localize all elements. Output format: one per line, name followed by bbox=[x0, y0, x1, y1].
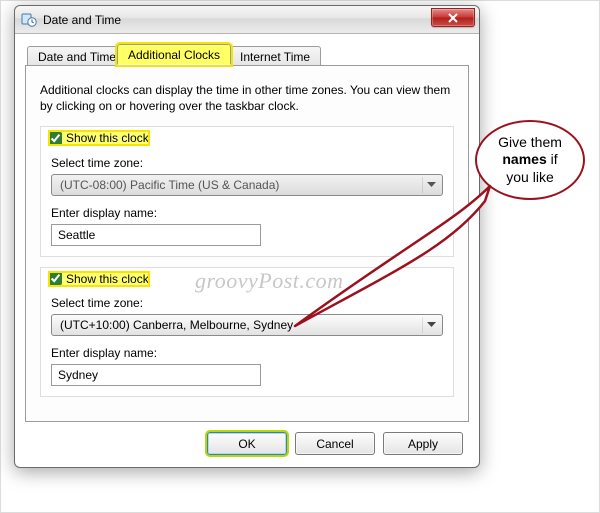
callout-text: if bbox=[547, 151, 558, 167]
annotation-callout: Give them names if you like bbox=[475, 120, 593, 200]
clock-1-name-label: Enter display name: bbox=[51, 206, 443, 220]
tab-label: Date and Time bbox=[38, 50, 116, 64]
tab-additional-clocks[interactable]: Additional Clocks bbox=[117, 44, 231, 65]
show-clock-1-checkbox[interactable]: Show this clock bbox=[49, 131, 149, 145]
chevron-down-icon bbox=[422, 177, 440, 193]
combo-value: (UTC+10:00) Canberra, Melbourne, Sydney bbox=[60, 318, 293, 332]
show-clock-2-input[interactable] bbox=[49, 272, 62, 285]
clock-1-name-input[interactable] bbox=[51, 224, 261, 246]
clock-icon bbox=[21, 12, 37, 28]
window-title: Date and Time bbox=[43, 13, 121, 27]
titlebar[interactable]: Date and Time bbox=[15, 6, 479, 34]
chevron-down-icon bbox=[422, 317, 440, 333]
checkbox-label: Show this clock bbox=[66, 131, 149, 145]
clock-2-timezone-select[interactable]: (UTC+10:00) Canberra, Melbourne, Sydney bbox=[51, 314, 443, 336]
clock-2-tz-label: Select time zone: bbox=[51, 296, 443, 310]
clock-2-group: Show this clock Select time zone: (UTC+1… bbox=[40, 267, 454, 398]
callout-text-strong: names bbox=[502, 151, 546, 167]
checkbox-label: Show this clock bbox=[66, 272, 149, 286]
close-button[interactable] bbox=[431, 8, 475, 27]
apply-button[interactable]: Apply bbox=[383, 432, 463, 455]
clock-1-group: Show this clock Select time zone: (UTC-0… bbox=[40, 126, 454, 257]
tabstrip: Date and Time Additional Clocks Internet… bbox=[25, 44, 469, 66]
ok-button[interactable]: OK bbox=[207, 432, 287, 455]
show-clock-1-input[interactable] bbox=[49, 132, 62, 145]
callout-text: Give them bbox=[498, 134, 562, 150]
callout-bubble: Give them names if you like bbox=[475, 120, 585, 200]
tab-date-and-time[interactable]: Date and Time bbox=[27, 46, 127, 65]
tab-internet-time[interactable]: Internet Time bbox=[229, 46, 321, 65]
clock-1-tz-label: Select time zone: bbox=[51, 156, 443, 170]
close-icon bbox=[447, 13, 459, 23]
combo-value: (UTC-08:00) Pacific Time (US & Canada) bbox=[60, 178, 279, 192]
dialog-buttons: OK Cancel Apply bbox=[25, 422, 469, 455]
tab-content: Additional clocks can display the time i… bbox=[25, 66, 469, 422]
clock-2-name-label: Enter display name: bbox=[51, 346, 443, 360]
intro-text: Additional clocks can display the time i… bbox=[40, 82, 454, 114]
date-time-dialog: Date and Time Date and Time Additional C… bbox=[14, 5, 480, 468]
clock-1-timezone-select[interactable]: (UTC-08:00) Pacific Time (US & Canada) bbox=[51, 174, 443, 196]
show-clock-2-checkbox[interactable]: Show this clock bbox=[49, 272, 149, 286]
clock-2-name-input[interactable] bbox=[51, 364, 261, 386]
tab-label: Additional Clocks bbox=[128, 48, 220, 62]
tab-label: Internet Time bbox=[240, 50, 310, 64]
cancel-button[interactable]: Cancel bbox=[295, 432, 375, 455]
callout-text: you like bbox=[506, 169, 553, 185]
